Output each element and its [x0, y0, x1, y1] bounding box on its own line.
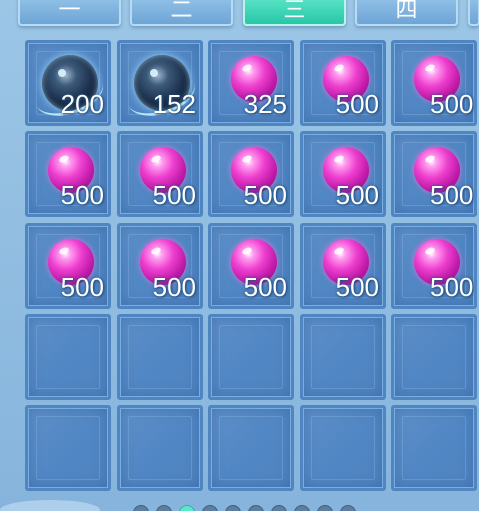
item-quantity: 500	[430, 272, 474, 302]
item-quantity: 500	[60, 180, 104, 210]
item-quantity: 325	[243, 89, 287, 119]
item-quantity: 500	[152, 180, 196, 210]
tab-2[interactable]: 二	[130, 0, 233, 26]
item-quantity: 200	[60, 89, 104, 119]
inventory-slot[interactable]: 500	[117, 131, 203, 217]
inventory-slot[interactable]	[25, 314, 111, 400]
inventory-slot[interactable]	[300, 405, 386, 491]
inventory-slot[interactable]	[391, 314, 477, 400]
item-quantity: 500	[335, 89, 379, 119]
inventory-slot[interactable]: 500	[391, 40, 477, 126]
tab-5-partial[interactable]	[468, 0, 479, 26]
inventory-slot[interactable]: 500	[391, 131, 477, 217]
item-quantity: 500	[243, 272, 287, 302]
tab-3[interactable]: 三	[243, 0, 346, 26]
page-dot[interactable]	[340, 505, 356, 511]
inventory-slot[interactable]: 500	[300, 40, 386, 126]
item-quantity: 152	[152, 89, 196, 119]
bottom-decoration	[0, 500, 100, 511]
page-dot[interactable]	[133, 505, 149, 511]
page-dot[interactable]	[248, 505, 264, 511]
inventory-slot[interactable]: 325	[208, 40, 294, 126]
inventory-slot[interactable]	[391, 405, 477, 491]
inventory-slot[interactable]	[117, 314, 203, 400]
page-dot[interactable]	[271, 505, 287, 511]
item-quantity: 500	[243, 180, 287, 210]
inventory-slot[interactable]: 500	[208, 223, 294, 309]
item-quantity: 500	[60, 272, 104, 302]
page-dot[interactable]	[294, 505, 310, 511]
page-dot[interactable]	[179, 505, 195, 511]
inventory-slot[interactable]: 200	[25, 40, 111, 126]
inventory-slot[interactable]: 500	[300, 223, 386, 309]
inventory-slot[interactable]: 500	[300, 131, 386, 217]
inventory-slot[interactable]	[208, 314, 294, 400]
inventory-slot[interactable]	[25, 405, 111, 491]
inventory-slot[interactable]: 152	[117, 40, 203, 126]
item-quantity: 500	[430, 89, 474, 119]
inventory-slot[interactable]: 500	[25, 131, 111, 217]
tab-1[interactable]: 一	[18, 0, 121, 26]
item-quantity: 500	[335, 180, 379, 210]
page-dot[interactable]	[156, 505, 172, 511]
inventory-slot[interactable]: 500	[117, 223, 203, 309]
page-dot[interactable]	[202, 505, 218, 511]
inventory-slot[interactable]: 500	[25, 223, 111, 309]
inventory-slot[interactable]	[117, 405, 203, 491]
item-quantity: 500	[152, 272, 196, 302]
item-quantity: 500	[335, 272, 379, 302]
inventory-slot[interactable]: 500	[208, 131, 294, 217]
inventory-panel: 一 二 三 四 200 152 325 500 500 500 500 500 500 500 50…	[0, 0, 479, 511]
item-quantity: 500	[430, 180, 474, 210]
tab-4[interactable]: 四	[355, 0, 458, 26]
page-dot[interactable]	[317, 505, 333, 511]
inventory-slot[interactable]: 500	[391, 223, 477, 309]
inventory-slot[interactable]	[208, 405, 294, 491]
inventory-slot[interactable]	[300, 314, 386, 400]
page-dot[interactable]	[225, 505, 241, 511]
